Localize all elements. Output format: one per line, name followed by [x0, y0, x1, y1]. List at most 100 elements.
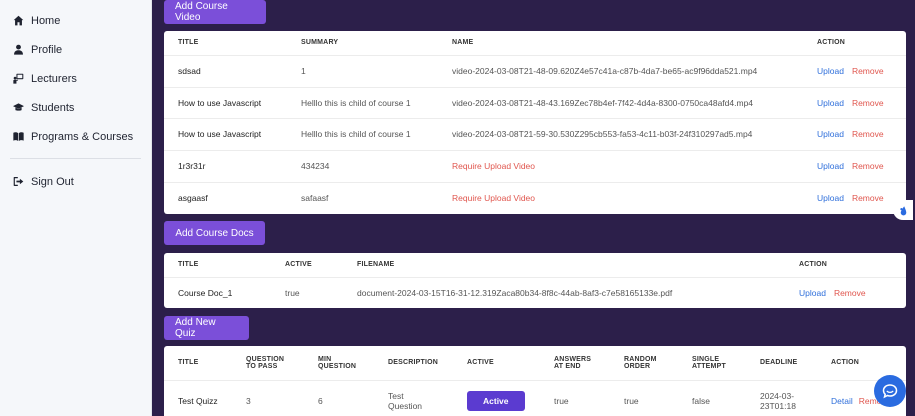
- upload-button[interactable]: Upload: [817, 193, 844, 203]
- video-title: sdsad: [164, 54, 287, 87]
- remove-button[interactable]: Remove: [852, 129, 884, 139]
- col-header-title: TITLE: [178, 359, 199, 367]
- sign-out-icon: [11, 175, 25, 189]
- table-header-row: TITLE SUMMARY NAME ACTION: [164, 31, 906, 55]
- videos-table: TITLE SUMMARY NAME ACTION sdsad 1 video-…: [164, 31, 906, 214]
- col-header-action: ACTION: [799, 261, 828, 269]
- col-header-action: ACTION: [817, 39, 846, 47]
- col-header-question-to-pass: QUESTION TO PASS: [232, 346, 304, 380]
- header-line: RANDOM: [624, 355, 657, 363]
- detail-button[interactable]: Detail: [831, 396, 853, 406]
- drop-icon: [899, 205, 906, 215]
- video-summary: 434234: [287, 149, 438, 182]
- header-line: MIN: [318, 355, 332, 363]
- sidebar-item-profile[interactable]: Profile: [0, 35, 151, 64]
- accessibility-widget-tab[interactable]: [893, 200, 913, 220]
- doc-title: Course Doc_1: [164, 276, 271, 308]
- video-title: How to use Javascript: [164, 86, 287, 118]
- video-title: 1r3r31r: [164, 149, 287, 182]
- user-icon: [11, 43, 25, 57]
- lecturer-icon: [11, 72, 25, 86]
- sidebar-item-label: Lecturers: [31, 72, 77, 85]
- video-summary: Helllo this is child of course 1: [287, 86, 438, 118]
- table-row: 1r3r31r 434234 Require Upload Video Uplo…: [164, 149, 906, 182]
- chat-icon: [882, 384, 898, 399]
- col-header-title: TITLE: [178, 39, 199, 47]
- table-header-row: TITLE QUESTION TO PASS MIN QUESTION DESCRI…: [164, 346, 906, 380]
- upload-button[interactable]: Upload: [817, 98, 844, 108]
- add-course-video-button[interactable]: Add Course Video: [164, 0, 266, 24]
- table-row: Course Doc_1 true document-2024-03-15T16…: [164, 276, 906, 308]
- remove-button[interactable]: Remove: [852, 193, 884, 203]
- video-filename: video-2024-03-08T21-48-43.169Zec78b4ef-7…: [438, 86, 803, 118]
- doc-active: true: [271, 276, 343, 308]
- quiz-question-to-pass: 3: [232, 379, 304, 416]
- col-header-active: ACTIVE: [467, 359, 494, 367]
- desc-line: Test: [388, 391, 404, 402]
- chat-button[interactable]: [874, 375, 906, 407]
- video-title: How to use Javascript: [164, 117, 287, 150]
- main-content: Add Course Video TITLE SUMMARY NAME ACTI…: [152, 0, 915, 416]
- remove-button[interactable]: Remove: [852, 98, 884, 108]
- deadline-line: 23T01:18: [760, 401, 796, 412]
- quiz-single-attempt: false: [678, 379, 746, 416]
- table-row: Test Quizz 3 6 Test Question Active true …: [164, 379, 906, 416]
- quiz-deadline: 2024-03- 23T01:18: [746, 379, 817, 416]
- graduation-cap-icon: [11, 101, 25, 115]
- table-row: How to use Javascript Helllo this is chi…: [164, 86, 906, 118]
- sidebar-item-programs-courses[interactable]: Programs & Courses: [0, 122, 151, 151]
- video-title: asgaasf: [164, 181, 287, 214]
- sidebar-item-label: Students: [31, 101, 75, 114]
- video-summary: safaasf: [287, 181, 438, 214]
- sidebar-item-label: Programs & Courses: [31, 130, 134, 143]
- add-new-quiz-button[interactable]: Add New Quiz: [164, 316, 249, 340]
- table-row: How to use Javascript Helllo this is chi…: [164, 117, 906, 150]
- quiz-answers-at-end: true: [540, 379, 610, 416]
- remove-button[interactable]: Remove: [852, 161, 884, 171]
- col-header-description: DESCRIPTION: [388, 359, 439, 367]
- sidebar-item-students[interactable]: Students: [0, 93, 151, 122]
- upload-button[interactable]: Upload: [817, 161, 844, 171]
- docs-table: TITLE ACTIVE FILENAME ACTION Course Doc_…: [164, 253, 906, 308]
- active-toggle-button[interactable]: Active: [467, 391, 525, 412]
- header-line: ATTEMPT: [692, 362, 726, 370]
- table-row: asgaasf safaasf Require Upload Video Upl…: [164, 181, 906, 214]
- col-header-name: NAME: [452, 39, 474, 47]
- require-upload-notice: Require Upload Video: [438, 149, 803, 182]
- upload-button[interactable]: Upload: [817, 129, 844, 139]
- video-filename: video-2024-03-08T21-59-30.530Z295cb553-f…: [438, 117, 803, 150]
- header-line: ANSWERS: [554, 355, 592, 363]
- header-line: ORDER: [624, 362, 651, 370]
- quiz-title: Test Quizz: [164, 379, 232, 416]
- col-header-title: TITLE: [178, 261, 199, 269]
- book-icon: [11, 130, 25, 144]
- sidebar-item-label: Home: [31, 14, 61, 27]
- sidebar-divider: [10, 158, 141, 159]
- sidebar-item-label: Profile: [31, 43, 63, 56]
- col-header-active: ACTIVE: [285, 261, 312, 269]
- col-header-random-order: RANDOM ORDER: [610, 346, 678, 380]
- doc-filename: document-2024-03-15T16-31-12.319Zaca80b3…: [343, 276, 785, 308]
- header-line: AT END: [554, 362, 581, 370]
- remove-button[interactable]: Remove: [852, 66, 884, 76]
- col-header-summary: SUMMARY: [301, 39, 339, 47]
- sidebar: Home Profile Lecturers Students Programs…: [0, 0, 152, 416]
- col-header-deadline: DEADLINE: [760, 359, 798, 367]
- table-row: sdsad 1 video-2024-03-08T21-48-09.620Z4e…: [164, 54, 906, 87]
- upload-button[interactable]: Upload: [817, 66, 844, 76]
- upload-button[interactable]: Upload: [799, 288, 826, 298]
- deadline-line: 2024-03-: [760, 391, 795, 402]
- sidebar-item-home[interactable]: Home: [0, 6, 151, 35]
- add-course-docs-button[interactable]: Add Course Docs: [164, 221, 265, 245]
- header-line: QUESTION: [318, 362, 357, 370]
- video-summary: 1: [287, 54, 438, 87]
- col-header-min-question: MIN QUESTION: [304, 346, 374, 380]
- header-line: TO PASS: [246, 362, 278, 370]
- quiz-random-order: true: [610, 379, 678, 416]
- video-filename: video-2024-03-08T21-48-09.620Z4e57c41a-c…: [438, 54, 803, 87]
- sign-out-button[interactable]: Sign Out: [0, 167, 151, 196]
- table-header-row: TITLE ACTIVE FILENAME ACTION: [164, 253, 906, 277]
- sidebar-item-lecturers[interactable]: Lecturers: [0, 64, 151, 93]
- quiz-min-question: 6: [304, 379, 374, 416]
- remove-button[interactable]: Remove: [834, 288, 866, 298]
